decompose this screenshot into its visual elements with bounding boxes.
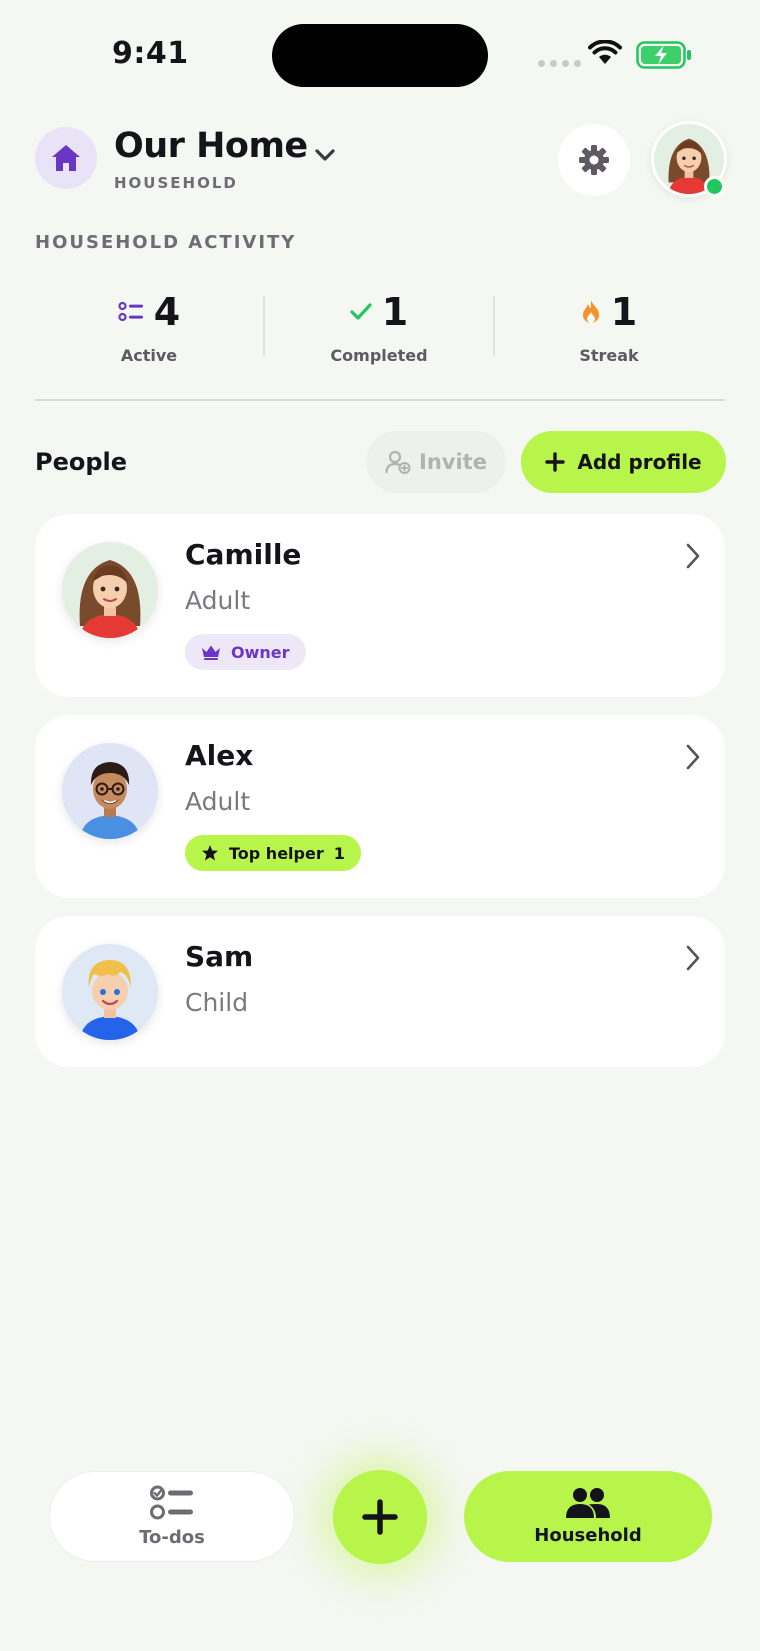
man-avatar-icon <box>62 743 158 839</box>
plus-icon <box>362 1499 398 1535</box>
invite-button-label: Invite <box>419 450 487 474</box>
section-divider <box>35 399 725 401</box>
checkmark-icon <box>350 303 372 320</box>
top-helper-badge-count: 1 <box>333 843 345 863</box>
activity-section-label: HOUSEHOLD ACTIVITY <box>35 232 297 253</box>
person-role: Child <box>185 988 249 1017</box>
household-title[interactable]: Our Home <box>114 126 308 166</box>
invite-button[interactable]: Invite <box>366 431 506 493</box>
person-role: Adult <box>185 586 251 615</box>
gear-icon <box>579 145 609 175</box>
person-card-alex[interactable]: Alex Adult Top helper 1 <box>35 715 725 898</box>
child-avatar-icon <box>62 944 158 1040</box>
person-card-camille[interactable]: Camille Adult Owner <box>35 514 725 697</box>
dynamic-island <box>272 24 488 87</box>
stat-streak-value: 1 <box>610 290 638 334</box>
top-helper-badge-label: Top helper <box>229 843 324 863</box>
stat-streak-label: Streak <box>579 346 639 365</box>
household-subtitle: HOUSEHOLD <box>114 174 238 192</box>
people-icon <box>566 1488 610 1518</box>
people-title: People <box>35 448 128 476</box>
stat-completed-label: Completed <box>330 346 428 365</box>
nav-todos[interactable]: To-dos <box>49 1471 295 1562</box>
nav-household-label: Household <box>534 1525 642 1546</box>
signal-dots-icon <box>538 60 581 67</box>
person-name: Camille <box>185 538 302 571</box>
add-profile-button[interactable]: Add profile <box>521 431 726 493</box>
person-name: Sam <box>185 940 254 973</box>
stat-streak: 1 Streak <box>494 290 724 365</box>
person-card-sam[interactable]: Sam Child <box>35 916 725 1067</box>
stat-active: 4 Active <box>34 290 264 365</box>
avatar <box>62 743 158 839</box>
wifi-icon <box>588 40 622 64</box>
nav-household[interactable]: Household <box>464 1471 712 1562</box>
owner-badge: Owner <box>185 634 306 670</box>
chevron-right-icon <box>686 744 700 770</box>
flame-icon <box>582 300 599 323</box>
chevron-down-icon[interactable] <box>314 148 336 162</box>
person-role: Adult <box>185 787 251 816</box>
house-icon <box>52 145 80 171</box>
top-helper-badge: Top helper 1 <box>185 835 361 871</box>
stat-completed-value: 1 <box>381 290 409 334</box>
stat-completed: 1 Completed <box>264 290 494 365</box>
woman-avatar-icon <box>62 542 158 638</box>
chevron-right-icon <box>686 945 700 971</box>
avatar <box>62 542 158 638</box>
todo-list-icon <box>150 1485 193 1520</box>
stat-active-label: Active <box>120 346 178 365</box>
online-status-dot <box>704 176 725 197</box>
stat-active-value: 4 <box>153 290 181 334</box>
nav-todos-label: To-dos <box>139 1527 205 1548</box>
star-icon <box>202 845 218 861</box>
settings-button[interactable] <box>558 124 630 196</box>
battery-icon <box>636 41 691 69</box>
add-fab-button[interactable] <box>333 1470 427 1564</box>
home-badge[interactable] <box>35 127 97 189</box>
owner-badge-label: Owner <box>231 642 290 662</box>
chevron-right-icon <box>686 543 700 569</box>
plus-icon <box>545 452 566 472</box>
crown-icon <box>202 645 220 660</box>
avatar <box>62 944 158 1040</box>
add-profile-button-label: Add profile <box>577 450 702 474</box>
list-icon <box>118 301 143 322</box>
status-time: 9:41 <box>112 36 189 71</box>
add-person-icon <box>385 450 411 474</box>
person-name: Alex <box>185 739 254 772</box>
